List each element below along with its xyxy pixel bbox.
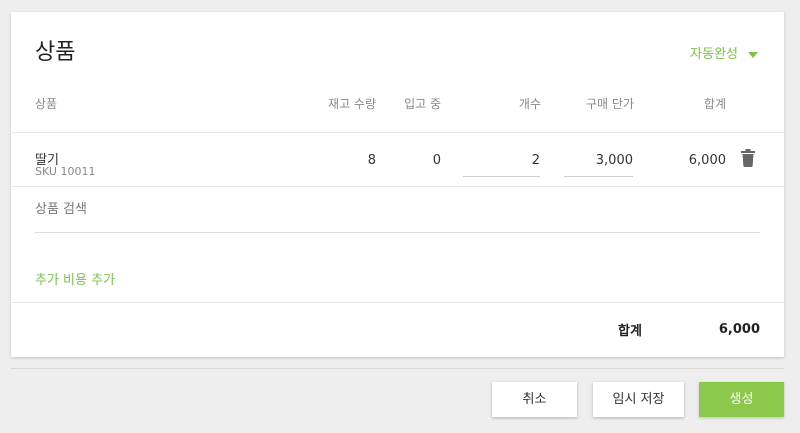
card-title: 상품	[35, 40, 76, 65]
column-header-stock-qty: 재고 수량	[328, 97, 376, 111]
summary-divider	[11, 302, 784, 303]
autocomplete-dropdown[interactable]: 자동완성	[690, 48, 758, 61]
trash-icon[interactable]	[740, 149, 756, 167]
unit-price-input[interactable]: 3,000	[564, 145, 633, 177]
product-sku: SKU 10011	[35, 165, 96, 178]
summary-total-label: 합계	[618, 324, 642, 339]
count-input[interactable]: 2	[463, 145, 540, 177]
row-total-value: 6,000	[688, 153, 726, 168]
column-header-total: 합계	[703, 97, 726, 111]
stock-qty-value: 8	[367, 153, 376, 168]
column-header-product: 상품	[35, 97, 58, 111]
products-card: 상품 자동완성 상품 재고 수량 입고 중 개수 구매 단가 합계 딸기 SKU…	[11, 12, 784, 357]
cancel-button[interactable]: 취소	[492, 382, 577, 417]
autocomplete-label: 자동완성	[690, 47, 738, 62]
header-divider	[11, 132, 784, 133]
create-button[interactable]: 생성	[699, 382, 784, 417]
save-draft-button[interactable]: 임시 저장	[593, 382, 684, 417]
column-header-unit-price: 구매 단가	[586, 97, 634, 111]
summary-total-value: 6,000	[718, 322, 760, 337]
footer-divider	[11, 368, 784, 369]
chevron-down-icon	[748, 51, 758, 58]
incoming-value: 0	[432, 153, 441, 168]
column-header-count: 개수	[518, 97, 541, 111]
add-extra-cost-link[interactable]: 추가 비용 추가	[35, 274, 115, 287]
row-divider	[11, 186, 784, 187]
product-search-input[interactable]: 상품 검색	[35, 188, 760, 233]
column-header-incoming: 입고 중	[404, 97, 441, 111]
